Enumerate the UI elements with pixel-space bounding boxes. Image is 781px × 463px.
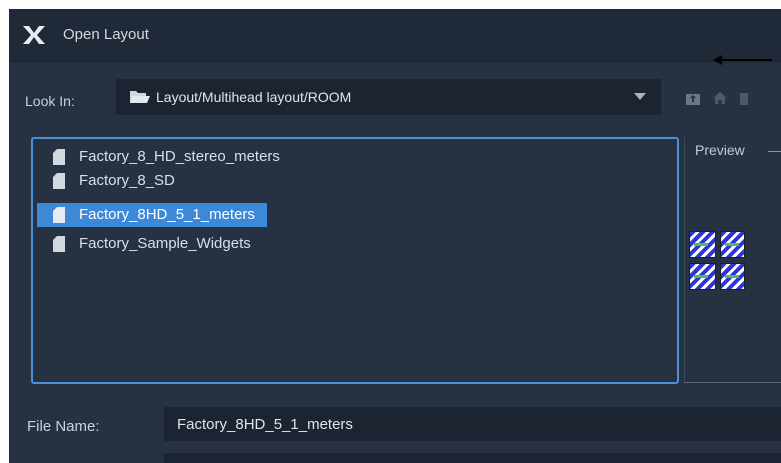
- list-item[interactable]: Factory_8_HD_stereo_meters: [37, 145, 292, 169]
- preview-divider: [768, 151, 781, 152]
- more-icon[interactable]: [740, 91, 748, 105]
- triangle-down-icon: [634, 93, 646, 100]
- document-icon: [53, 149, 65, 165]
- file-name: Factory_8_SD: [79, 172, 175, 189]
- preview-panel: Preview: [684, 137, 781, 383]
- preview-thumbnail: [720, 263, 745, 290]
- file-name: Factory_8HD_5_1_meters: [79, 206, 255, 223]
- home-icon[interactable]: [713, 91, 727, 105]
- look-in-label: Look In:: [25, 93, 75, 109]
- file-name: Factory_8_HD_stereo_meters: [79, 148, 280, 165]
- dialog-title: Open Layout: [63, 26, 149, 43]
- annotation-arrow-line: [720, 59, 772, 61]
- file-type-field[interactable]: [164, 453, 781, 463]
- file-name-input[interactable]: [164, 407, 781, 441]
- title-bar: Open Layout: [9, 9, 781, 63]
- file-list[interactable]: Factory_8_HD_stereo_meters Factory_8_SD …: [31, 137, 679, 384]
- document-icon: [53, 173, 65, 189]
- document-icon: [53, 236, 65, 252]
- document-icon: [53, 207, 65, 223]
- x-logo-icon: [23, 26, 45, 44]
- preview-thumbnail: [689, 263, 716, 290]
- list-item[interactable]: Factory_8_SD: [37, 169, 187, 193]
- file-name: Factory_Sample_Widgets: [79, 235, 251, 252]
- annotation-arrow-head: [713, 55, 722, 65]
- preview-thumbnail: [720, 231, 745, 258]
- look-in-path: Layout/Multihead layout/ROOM: [156, 89, 352, 105]
- look-in-dropdown[interactable]: Layout/Multihead layout/ROOM: [116, 79, 661, 115]
- preview-label: Preview: [695, 142, 745, 158]
- folder-up-icon[interactable]: [686, 91, 700, 105]
- dropdown-arrow-button[interactable]: [621, 79, 661, 115]
- list-item[interactable]: Factory_Sample_Widgets: [37, 232, 263, 256]
- open-layout-dialog: Open Layout Look In: Layout/Multihead la…: [9, 9, 781, 463]
- file-name-label: File Name:: [27, 418, 100, 435]
- preview-thumbnail: [689, 231, 716, 258]
- list-item-selected[interactable]: Factory_8HD_5_1_meters: [37, 203, 267, 227]
- folder-open-icon: [130, 91, 150, 103]
